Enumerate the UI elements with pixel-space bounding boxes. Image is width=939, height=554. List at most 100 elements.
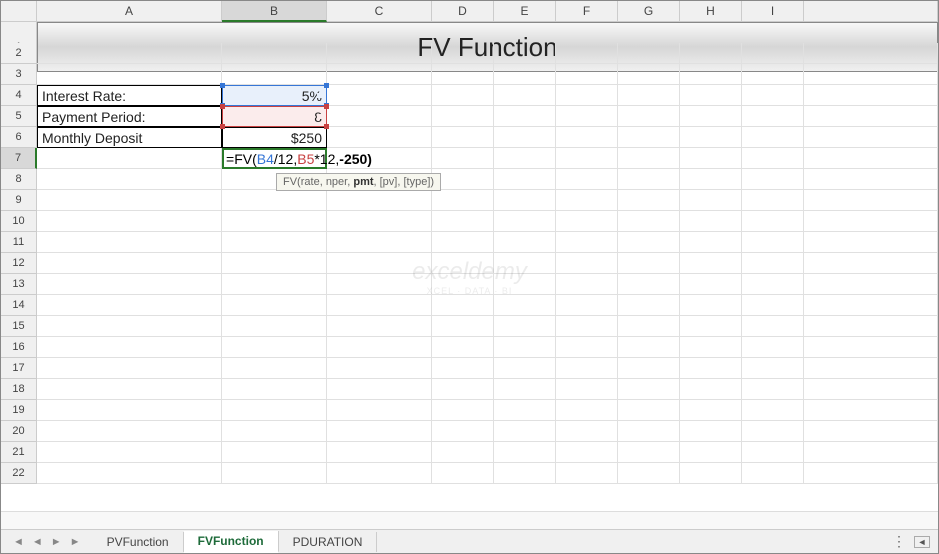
cell-C20[interactable]: [327, 421, 432, 442]
cell-D4[interactable]: [432, 85, 494, 106]
cell-G12[interactable]: [618, 253, 680, 274]
cell-B3[interactable]: [222, 64, 327, 85]
cell-G22[interactable]: [618, 463, 680, 484]
row-header-4[interactable]: 4: [1, 85, 37, 106]
cell-C5[interactable]: [327, 106, 432, 127]
cell-D16[interactable]: [432, 337, 494, 358]
cell-A21[interactable]: [37, 442, 222, 463]
cell-D15[interactable]: [432, 316, 494, 337]
cell-D22[interactable]: [432, 463, 494, 484]
cell-B10[interactable]: [222, 211, 327, 232]
cell-E5[interactable]: [494, 106, 556, 127]
cell-A19[interactable]: [37, 400, 222, 421]
cell-F22[interactable]: [556, 463, 618, 484]
cell-C11[interactable]: [327, 232, 432, 253]
cell-B16[interactable]: [222, 337, 327, 358]
col-header-E[interactable]: E: [494, 1, 556, 22]
col-header-I[interactable]: I: [742, 1, 804, 22]
cell-D13[interactable]: [432, 274, 494, 295]
cell-E14[interactable]: [494, 295, 556, 316]
cell-G3[interactable]: [618, 64, 680, 85]
row-header-16[interactable]: 16: [1, 337, 37, 358]
row-header-6[interactable]: 6: [1, 127, 37, 148]
cell-G11[interactable]: [618, 232, 680, 253]
cell-D2[interactable]: [432, 43, 494, 64]
cell-E15[interactable]: [494, 316, 556, 337]
row-header-8[interactable]: 8: [1, 169, 37, 190]
cell-F4[interactable]: [556, 85, 618, 106]
col-header-F[interactable]: F: [556, 1, 618, 22]
cell-C10[interactable]: [327, 211, 432, 232]
cell-H18[interactable]: [680, 379, 742, 400]
cell-D9[interactable]: [432, 190, 494, 211]
cell-I9[interactable]: [742, 190, 804, 211]
cell-H16[interactable]: [680, 337, 742, 358]
cell-H5[interactable]: [680, 106, 742, 127]
tab-nav-next-icon[interactable]: ►: [51, 536, 62, 548]
cell-D5[interactable]: [432, 106, 494, 127]
cell-E19[interactable]: [494, 400, 556, 421]
cell-E18[interactable]: [494, 379, 556, 400]
cell-H17[interactable]: [680, 358, 742, 379]
cell-H9[interactable]: [680, 190, 742, 211]
cell-F11[interactable]: [556, 232, 618, 253]
cell-D3[interactable]: [432, 64, 494, 85]
cell-H8[interactable]: [680, 169, 742, 190]
col-header-D[interactable]: D: [432, 1, 494, 22]
cell-A8[interactable]: [37, 169, 222, 190]
row-header-17[interactable]: 17: [1, 358, 37, 379]
cell-H6[interactable]: [680, 127, 742, 148]
cell-D12[interactable]: [432, 253, 494, 274]
col-header-G[interactable]: G: [618, 1, 680, 22]
cell-D10[interactable]: [432, 211, 494, 232]
cell-B5-ref[interactable]: 8: [222, 106, 327, 127]
cell-E10[interactable]: [494, 211, 556, 232]
cell-H2[interactable]: [680, 43, 742, 64]
cell-E8[interactable]: [494, 169, 556, 190]
tab-nav-first-icon[interactable]: ◄: [13, 536, 24, 548]
cell-B19[interactable]: [222, 400, 327, 421]
cell-E11[interactable]: [494, 232, 556, 253]
cell-D6[interactable]: [432, 127, 494, 148]
cell-H15[interactable]: [680, 316, 742, 337]
cell-C22[interactable]: [327, 463, 432, 484]
cell-G2[interactable]: [618, 43, 680, 64]
cell-B2[interactable]: [222, 43, 327, 64]
cell-E22[interactable]: [494, 463, 556, 484]
cell-I21[interactable]: [742, 442, 804, 463]
cell-C16[interactable]: [327, 337, 432, 358]
tab-fvfunction[interactable]: FVFunction: [184, 531, 279, 553]
cell-H4[interactable]: [680, 85, 742, 106]
cell-A9[interactable]: [37, 190, 222, 211]
cell-G16[interactable]: [618, 337, 680, 358]
cell-B20[interactable]: [222, 421, 327, 442]
cell-I4[interactable]: [742, 85, 804, 106]
cell-B22[interactable]: [222, 463, 327, 484]
cell-G20[interactable]: [618, 421, 680, 442]
cell-H19[interactable]: [680, 400, 742, 421]
cell-B15[interactable]: [222, 316, 327, 337]
cell-C3[interactable]: [327, 64, 432, 85]
cell-I5[interactable]: [742, 106, 804, 127]
cell-H21[interactable]: [680, 442, 742, 463]
row-header-13[interactable]: 13: [1, 274, 37, 295]
cell-D20[interactable]: [432, 421, 494, 442]
cell-A6[interactable]: Monthly Deposit: [37, 127, 222, 148]
cell-B14[interactable]: [222, 295, 327, 316]
cell-G6[interactable]: [618, 127, 680, 148]
row-header-2[interactable]: 2: [1, 43, 37, 64]
hscroll-left-icon[interactable]: ◄: [914, 536, 930, 548]
col-header-A[interactable]: A: [37, 1, 222, 22]
tab-pduration[interactable]: PDURATION: [279, 532, 378, 552]
cell-G19[interactable]: [618, 400, 680, 421]
cell-E16[interactable]: [494, 337, 556, 358]
cell-B6[interactable]: $250: [222, 127, 327, 148]
cell-B9[interactable]: [222, 190, 327, 211]
cell-F15[interactable]: [556, 316, 618, 337]
cell-G5[interactable]: [618, 106, 680, 127]
cell-G13[interactable]: [618, 274, 680, 295]
cell-D8[interactable]: [432, 169, 494, 190]
cell-E2[interactable]: [494, 43, 556, 64]
cell-I12[interactable]: [742, 253, 804, 274]
cell-H22[interactable]: [680, 463, 742, 484]
